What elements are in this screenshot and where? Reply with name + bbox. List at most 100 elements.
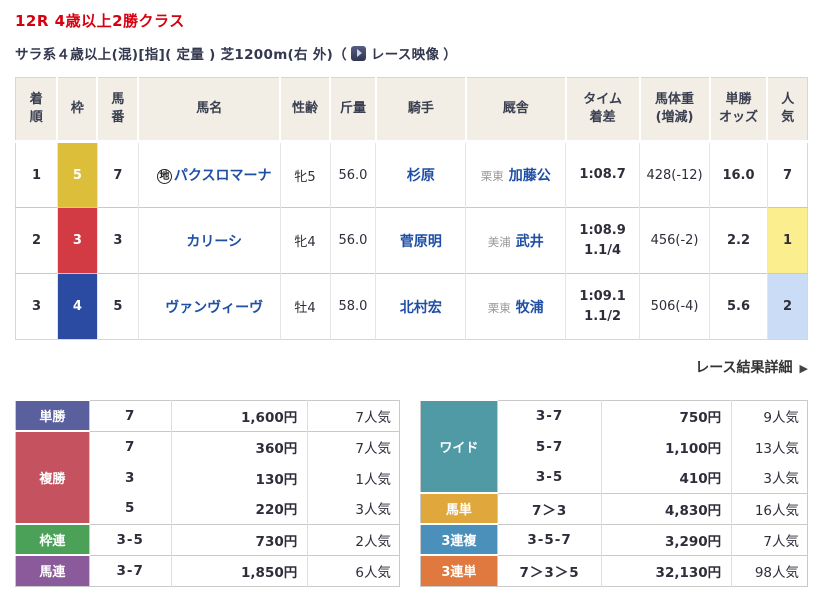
popularity-cell: 16人気 [731, 493, 808, 524]
detail-row: レース結果詳細 ▶ [15, 357, 808, 377]
amount-cell: 4,830円 [601, 493, 733, 524]
waku-cell: 5 [56, 141, 98, 208]
bet-type-label: ワイド [420, 399, 498, 493]
weight-cell: 56.0 [329, 207, 376, 274]
col-header-time-margin: タイム 着差 [564, 77, 640, 143]
popularity-cell: 9人気 [731, 400, 808, 431]
payout-row: 3連単 7＞3＞5 32,130円 98人気 [420, 554, 808, 586]
horse-weight-cell: 506(-4) [639, 273, 710, 340]
race-video-link[interactable]: レース映像 [350, 43, 440, 63]
payout-row: 馬単 7＞3 4,830円 16人気 [420, 492, 808, 524]
popularity-cell: 3人気 [307, 493, 400, 524]
jockey-link[interactable]: 杉原 [407, 168, 435, 184]
stable-cell: 栗東 牧浦 [465, 273, 566, 340]
race-results-table: 着 順 枠 馬 番 馬名 性齢 斤量 騎手 厩舎 タイム 着差 馬体重 (増減)… [15, 77, 808, 340]
combo-cell: 5 [89, 493, 172, 524]
result-row-3: 3 4 5 ヴァンヴィーヴ 牡4 58.0 北村宏 栗東 牧浦 1:09.1 1.… [15, 273, 808, 340]
race-video-label: レース映像 [370, 47, 440, 63]
jockey-cell: 北村宏 [375, 273, 466, 340]
paren-open: （ [333, 47, 347, 63]
combo-cell: 7 [89, 400, 172, 431]
payout-table-left: 単勝 7 1,600円 7人気 複勝 7 360円 7人気 3 130円 1人気 [15, 399, 400, 587]
trainer-link[interactable]: 加藤公 [509, 168, 551, 184]
result-row-1: 1 5 7 地パクスロマーナ 牝5 56.0 杉原 栗東 加藤公 1:08.7 4… [15, 141, 808, 208]
rank-cell: 1 [15, 141, 58, 208]
popularity-cell: 1 [766, 207, 808, 274]
col-header-stable: 厩舎 [464, 77, 566, 143]
payout-row: 馬連 3-7 1,850円 6人気 [15, 554, 400, 586]
umaban-cell: 5 [96, 273, 139, 340]
payout-group-exacta: 馬単 7＞3 4,830円 16人気 [420, 492, 808, 524]
combo-cell: 7 [89, 431, 172, 462]
horse-name-link[interactable]: ヴァンヴィーヴ [165, 300, 263, 316]
horse-name-cell: カリーシ [137, 207, 281, 274]
jockey-link[interactable]: 北村宏 [400, 300, 442, 316]
bet-type-label: 単勝 [15, 399, 90, 431]
amount-cell: 130円 [171, 462, 309, 493]
trainer-link[interactable]: 牧浦 [516, 300, 544, 316]
horse-name-cell: ヴァンヴィーヴ [137, 273, 281, 340]
umaban-cell: 7 [96, 141, 139, 208]
combo-cell: 3-5 [89, 524, 172, 555]
horse-name-link[interactable]: パクスロマーナ [174, 168, 272, 184]
stable-region: 栗東 [480, 169, 504, 183]
sex-age-cell: 牝4 [279, 207, 330, 274]
horse-name-link[interactable]: カリーシ [186, 234, 242, 250]
col-header-rank: 着 順 [15, 77, 58, 143]
payout-row: 複勝 7 360円 7人気 [15, 430, 400, 524]
bet-type-label: 馬連 [15, 554, 90, 586]
col-header-horse-weight: 馬体重 (増減) [638, 77, 710, 143]
jockey-link[interactable]: 菅原明 [400, 234, 442, 250]
bet-type-label: 馬単 [420, 492, 498, 524]
win-odds-cell: 2.2 [709, 207, 768, 274]
horse-weight-cell: 428(-12) [639, 141, 710, 208]
combo-cell: 7＞3 [497, 493, 603, 524]
bet-type-label: 3連複 [420, 523, 498, 555]
race-conditions: サラ系４歳以上(混)[指]( 定量 ) 芝1200m(右 外) （ レース映像 … [15, 43, 808, 63]
payout-group-wide: ワイド 3-7 750円 9人気 5-7 1,100円 13人気 3-5 410… [420, 399, 808, 493]
combo-cell: 3-5-7 [497, 524, 603, 555]
amount-cell: 1,100円 [601, 431, 733, 462]
combo-cell: 5-7 [497, 431, 603, 462]
popularity-cell: 7人気 [307, 431, 400, 462]
trainer-link[interactable]: 武井 [516, 234, 544, 250]
amount-cell: 3,290円 [601, 524, 733, 555]
rank-cell: 2 [15, 207, 58, 274]
race-title: 12R 4歳以上2勝クラス [15, 12, 185, 30]
amount-cell: 220円 [171, 493, 309, 524]
amount-cell: 360円 [171, 431, 309, 462]
amount-cell: 32,130円 [601, 555, 733, 586]
payout-group-win: 単勝 7 1,600円 7人気 [15, 399, 400, 431]
win-odds-cell: 16.0 [709, 141, 768, 208]
bet-type-label: 複勝 [15, 430, 90, 524]
payout-row: 枠連 3-5 730円 2人気 [15, 523, 400, 555]
col-header-jockey: 騎手 [374, 77, 466, 143]
payout-row: ワイド 3-7 750円 9人気 [420, 399, 808, 493]
stable-region: 美浦 [487, 234, 511, 249]
local-horse-mark: 地 [156, 169, 172, 184]
bet-type-label: 枠連 [15, 523, 90, 555]
horse-weight-cell: 456(-2) [639, 207, 710, 274]
col-header-win-odds: 単勝 オッズ [708, 77, 768, 143]
paren-close: ） [443, 47, 458, 63]
waku-cell: 3 [56, 207, 98, 274]
stable-cell: 栗東 加藤公 [465, 141, 566, 208]
payout-group-place: 複勝 7 360円 7人気 3 130円 1人気 5 220円 3人気 [15, 430, 400, 524]
combo-cell: 3-7 [89, 555, 172, 586]
bet-type-label: 3連単 [420, 554, 498, 586]
umaban-cell: 3 [96, 207, 139, 274]
amount-cell: 410円 [601, 462, 733, 493]
popularity-cell: 6人気 [307, 555, 400, 586]
payout-group-trio: 3連複 3-5-7 3,290円 7人気 [420, 523, 808, 555]
results-header-row: 着 順 枠 馬 番 馬名 性齢 斤量 騎手 厩舎 タイム 着差 馬体重 (増減)… [15, 77, 808, 143]
waku-cell: 4 [56, 273, 98, 340]
race-result-detail-link[interactable]: レース結果詳細 ▶ [695, 360, 808, 376]
combo-cell: 3 [89, 462, 172, 493]
jockey-cell: 杉原 [375, 141, 466, 208]
margin-value: 1.1/2 [584, 308, 621, 324]
payout-row: 3連複 3-5-7 3,290円 7人気 [420, 523, 808, 555]
col-header-weight: 斤量 [329, 77, 376, 143]
time-cell: 1:08.7 [565, 141, 640, 208]
payout-group-bracket-quinella: 枠連 3-5 730円 2人気 [15, 523, 400, 555]
payout-section: 単勝 7 1,600円 7人気 複勝 7 360円 7人気 3 130円 1人気 [15, 399, 808, 587]
